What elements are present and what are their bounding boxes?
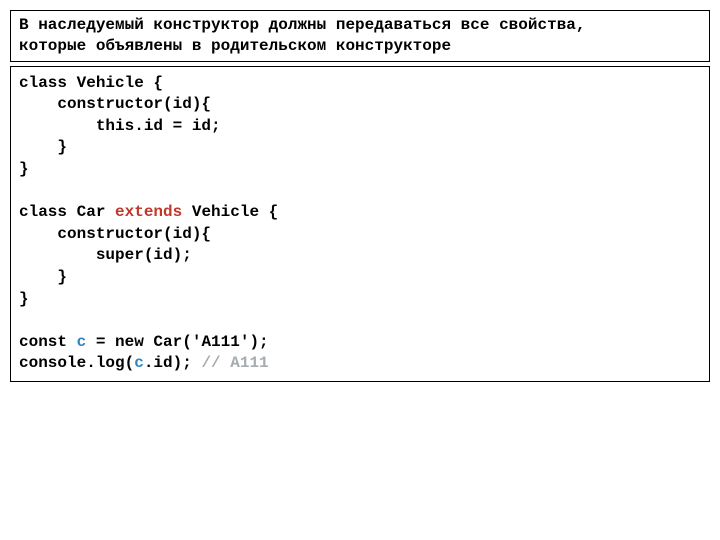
code-line: } [19,138,67,156]
code-text: Vehicle { [182,203,278,221]
code-line: super(id); [19,246,192,264]
code-line: this.id = id; [19,117,221,135]
code-block: class Vehicle { constructor(id){ this.id… [10,66,710,382]
identifier-c: c [77,333,87,351]
instruction-header: В наследуемый конструктор должны передав… [10,10,710,62]
code-line: } [19,268,67,286]
code-line: } [19,160,29,178]
code-text: console.log( [19,354,134,372]
code-line: } [19,290,29,308]
code-line: constructor(id){ [19,225,211,243]
code-line: constructor(id){ [19,95,211,113]
keyword-extends: extends [115,203,182,221]
identifier-c: c [134,354,144,372]
code-text: .id); [144,354,202,372]
code-comment: // A111 [201,354,268,372]
instruction-line-1: В наследуемый конструктор должны передав… [19,16,586,34]
code-text: class Car [19,203,115,221]
code-text: = new Car('A111'); [86,333,268,351]
instruction-line-2: которые объявлены в родительском констру… [19,37,451,55]
code-line: class Vehicle { [19,74,163,92]
code-text: const [19,333,77,351]
